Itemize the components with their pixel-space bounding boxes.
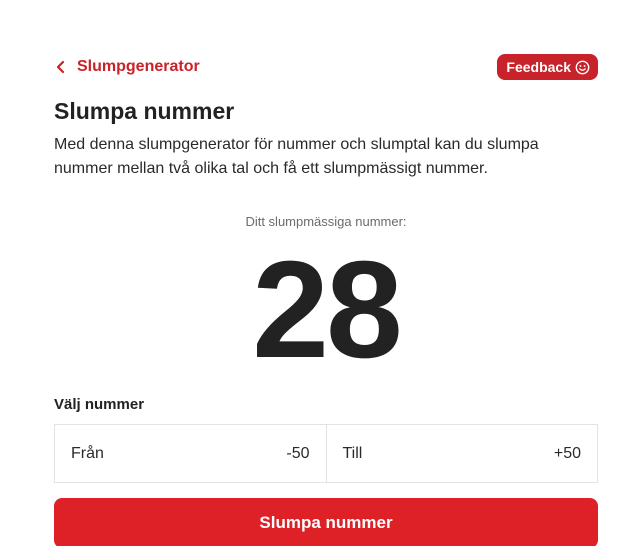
chevron-left-icon xyxy=(56,60,65,74)
from-value: -50 xyxy=(286,444,310,462)
from-label: Från xyxy=(71,444,104,462)
page: Slumpgenerator Feedback Slumpa nummer Me… xyxy=(0,0,643,546)
back-link[interactable]: Slumpgenerator xyxy=(54,58,200,76)
top-bar: Slumpgenerator Feedback xyxy=(54,53,598,81)
range-inputs: Från -50 Till +50 xyxy=(54,424,598,483)
feedback-button-label: Feedback xyxy=(506,59,571,75)
to-value: +50 xyxy=(553,444,581,462)
page-description: Med denna slumpgenerator för nummer och … xyxy=(54,136,539,177)
page-title: Slumpa nummer xyxy=(54,98,235,124)
range-label: Välj nummer xyxy=(54,396,145,413)
from-field[interactable]: Från -50 xyxy=(55,425,326,482)
feedback-button[interactable]: Feedback xyxy=(497,54,598,80)
randomize-button[interactable]: Slumpa nummer xyxy=(54,498,598,546)
result-number: 28 xyxy=(252,233,403,387)
result-label: Ditt slumpmässiga nummer: xyxy=(245,214,407,229)
back-link-label: Slumpgenerator xyxy=(77,58,200,75)
smiley-icon xyxy=(575,60,590,74)
to-field[interactable]: Till +50 xyxy=(325,425,598,482)
to-label: Till xyxy=(342,444,363,462)
